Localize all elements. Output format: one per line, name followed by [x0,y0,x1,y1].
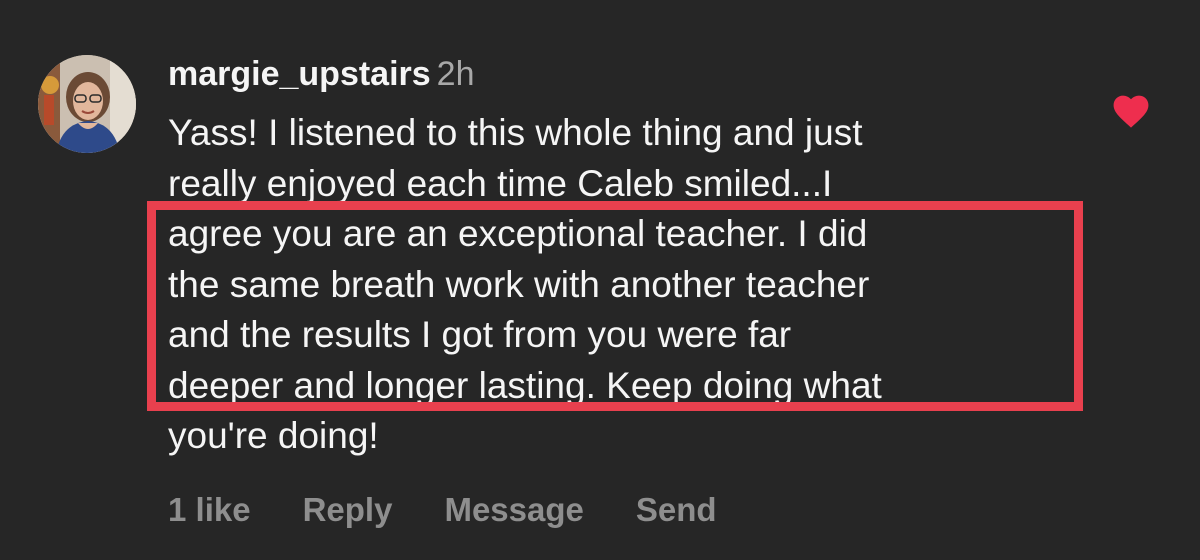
send-button[interactable]: Send [636,491,717,528]
heart-filled-icon[interactable] [1112,93,1150,129]
likes-count-link[interactable]: 1 like [168,491,251,528]
avatar[interactable] [38,55,136,153]
comment-header: margie_upstairs 2h [168,52,475,96]
highlight-annotation-box [147,201,1083,411]
comment-actions: 1 like Reply Message Send [168,488,769,532]
username-link[interactable]: margie_upstairs [168,55,431,93]
message-button[interactable]: Message [444,491,583,528]
comment-item: margie_upstairs 2h Yass! I listened to th… [0,0,1200,560]
comment-text-line: you're doing! [168,415,379,456]
reply-button[interactable]: Reply [303,491,393,528]
comment-text-line: Yass! I listened to this whole thing and… [168,112,863,153]
comment-timestamp: 2h [436,55,475,93]
